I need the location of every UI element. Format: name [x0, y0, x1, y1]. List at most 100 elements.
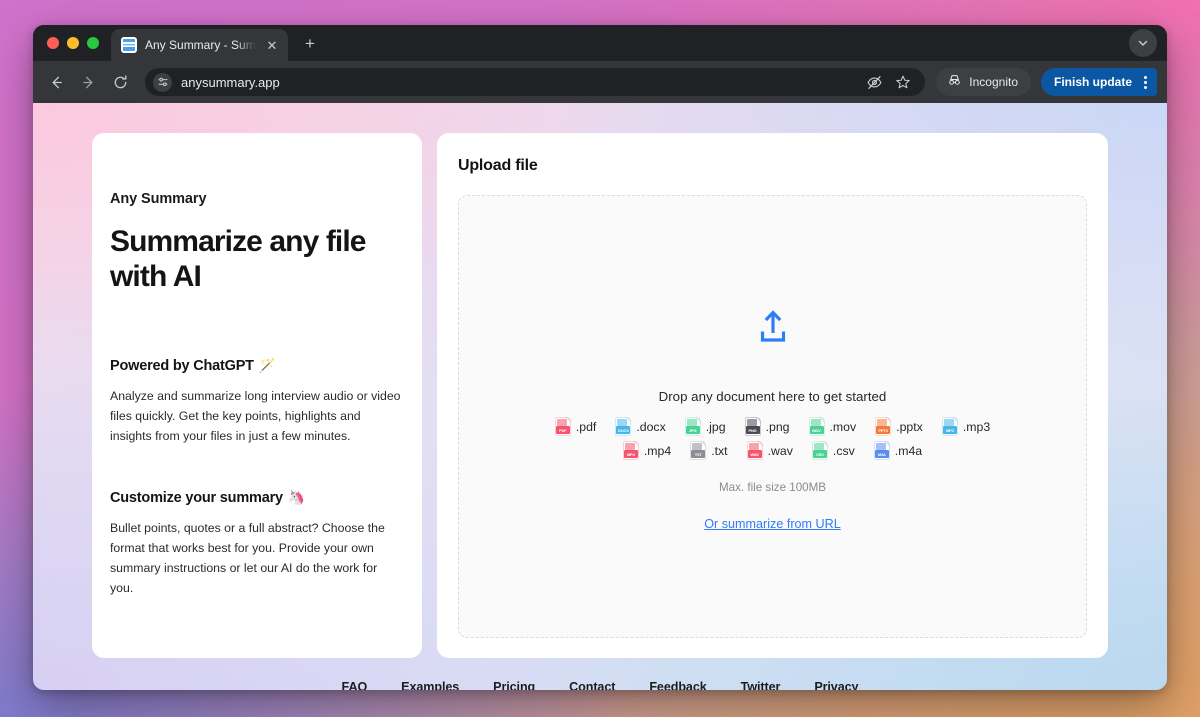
finish-update-button[interactable]: Finish update: [1041, 68, 1157, 96]
star-icon[interactable]: [893, 72, 913, 92]
upload-panel: Upload file Drop any document here to ge…: [437, 133, 1108, 658]
file-type-label: .mp3: [962, 419, 991, 434]
file-type-label: .mov: [829, 419, 857, 434]
chevron-down-icon[interactable]: [1129, 29, 1157, 57]
file-type-pptx: PPTX .pptx: [875, 417, 923, 436]
file-type-docx: DOCX .docx: [615, 417, 666, 436]
feature-customize-summary: Customize your summary 🦄 Bullet points, …: [110, 489, 404, 598]
feature-title: Customize your summary 🦄: [110, 489, 404, 506]
mp4-file-icon: MP4: [622, 441, 639, 460]
file-type-mov: MOV .mov: [808, 417, 857, 436]
unicorn-emoji: 🦄: [287, 489, 306, 506]
file-icon-tag: DOCX: [616, 426, 631, 434]
max-file-size-note: Max. file size 100MB: [719, 481, 826, 494]
png-file-icon: PNG: [744, 417, 761, 436]
mov-file-icon: MOV: [808, 417, 825, 436]
txt-file-icon: TXT: [690, 441, 707, 460]
tab-title: Any Summary - Summarize a: [145, 38, 256, 52]
file-type-pdf: PDF .pdf: [554, 417, 597, 436]
page-content: Any Summary Summarize any file with AI P…: [33, 103, 1167, 658]
feature-body: Analyze and summarize long interview aud…: [110, 389, 401, 444]
url-text: anysummary.app: [181, 74, 280, 90]
brand-name: Any Summary: [110, 191, 207, 207]
tune-icon[interactable]: [153, 72, 172, 92]
file-dropzone[interactable]: Drop any document here to get started PD…: [458, 195, 1087, 638]
file-type-label: .m4a: [894, 443, 923, 458]
page-title: Summarize any file with AI: [110, 225, 366, 294]
footer-link-contact[interactable]: Contact: [569, 680, 615, 690]
file-icon-tag: M4A: [874, 450, 889, 458]
browser-window: Any Summary - Summarize a ✕ +: [33, 25, 1167, 690]
file-type-label: .csv: [832, 443, 855, 458]
feature-powered-by-chatgpt: Powered by ChatGPT 🪄 Analyze and summari…: [110, 357, 404, 446]
finish-update-label: Finish update: [1054, 75, 1132, 89]
file-type-label: .txt: [711, 443, 728, 458]
footer-link-feedback[interactable]: Feedback: [649, 680, 706, 690]
window-traffic-lights: [43, 25, 111, 61]
arrow-right-icon[interactable]: [73, 67, 103, 97]
file-type-txt: TXT .txt: [690, 441, 728, 460]
file-type-wav: WAV .wav: [746, 441, 793, 460]
file-type-png: PNG .png: [744, 417, 790, 436]
file-icon-tag: PDF: [555, 426, 570, 434]
omnibox-actions: [864, 72, 915, 92]
footer-link-pricing[interactable]: Pricing: [493, 680, 535, 690]
pptx-file-icon: PPTX: [875, 417, 892, 436]
upload-tray-icon: [754, 308, 792, 346]
feature-title-text: Customize your summary: [110, 489, 283, 506]
file-type-csv: CSV .csv: [811, 441, 855, 460]
plus-icon[interactable]: +: [296, 30, 324, 58]
kebab-menu-icon[interactable]: [1138, 75, 1153, 89]
close-icon[interactable]: ✕: [264, 37, 280, 53]
browser-tab[interactable]: Any Summary - Summarize a ✕: [111, 29, 288, 61]
file-type-label: .jpg: [705, 419, 726, 434]
document-favicon: [121, 37, 137, 53]
file-icon-tag: PPTX: [876, 426, 891, 434]
arrow-left-icon[interactable]: [41, 67, 71, 97]
file-type-mp3: MP3 .mp3: [941, 417, 991, 436]
jpg-file-icon: JPG: [684, 417, 701, 436]
file-icon-tag: WAV: [747, 450, 762, 458]
incognito-label: Incognito: [969, 75, 1018, 89]
magic-wand-emoji: 🪄: [258, 357, 277, 374]
minimize-window-button[interactable]: [67, 37, 79, 49]
csv-file-icon: CSV: [811, 441, 828, 460]
page-viewport: Any Summary Summarize any file with AI P…: [33, 103, 1167, 690]
file-type-label: .png: [765, 419, 790, 434]
footer-link-examples[interactable]: Examples: [401, 680, 459, 690]
file-icon-tag: TXT: [691, 450, 706, 458]
intro-panel: Any Summary Summarize any file with AI P…: [92, 133, 422, 658]
tab-strip: Any Summary - Summarize a ✕ +: [33, 25, 1167, 61]
docx-file-icon: DOCX: [615, 417, 632, 436]
desktop-wallpaper: Any Summary - Summarize a ✕ +: [0, 0, 1200, 717]
footer-link-faq[interactable]: FAQ: [342, 680, 368, 690]
summarize-from-url-link[interactable]: Or summarize from URL: [704, 517, 840, 531]
file-icon-tag: MOV: [809, 426, 824, 434]
address-bar[interactable]: anysummary.app: [145, 68, 926, 96]
eye-slash-icon[interactable]: [864, 72, 884, 92]
file-type-label: .wav: [767, 443, 793, 458]
file-type-row-1: PDF .pdf DOCX .docx JPG .jpg PNG .png MO…: [459, 417, 1086, 436]
file-type-jpg: JPG .jpg: [684, 417, 726, 436]
file-icon-tag: MP4: [623, 450, 638, 458]
dropzone-instruction: Drop any document here to get started: [658, 389, 887, 404]
feature-title: Powered by ChatGPT 🪄: [110, 357, 404, 374]
supported-file-types: PDF .pdf DOCX .docx JPG .jpg PNG .png MO…: [459, 417, 1086, 465]
file-type-mp4: MP4 .mp4: [622, 441, 672, 460]
file-type-m4a: M4A .m4a: [873, 441, 923, 460]
incognito-indicator[interactable]: Incognito: [936, 68, 1031, 96]
file-type-label: .mp4: [643, 443, 672, 458]
upload-panel-title: Upload file: [458, 157, 538, 174]
footer-link-privacy[interactable]: Privacy: [814, 680, 858, 690]
close-window-button[interactable]: [47, 37, 59, 49]
file-icon-tag: MP3: [942, 426, 957, 434]
browser-toolbar: anysummary.app Incognito Finish update: [33, 61, 1167, 103]
reload-icon[interactable]: [105, 67, 135, 97]
file-type-label: .pdf: [575, 419, 597, 434]
file-type-label: .docx: [636, 419, 666, 434]
file-icon-tag: CSV: [812, 450, 827, 458]
footer-link-twitter[interactable]: Twitter: [741, 680, 781, 690]
maximize-window-button[interactable]: [87, 37, 99, 49]
m4a-file-icon: M4A: [873, 441, 890, 460]
file-icon-tag: JPG: [685, 426, 700, 434]
